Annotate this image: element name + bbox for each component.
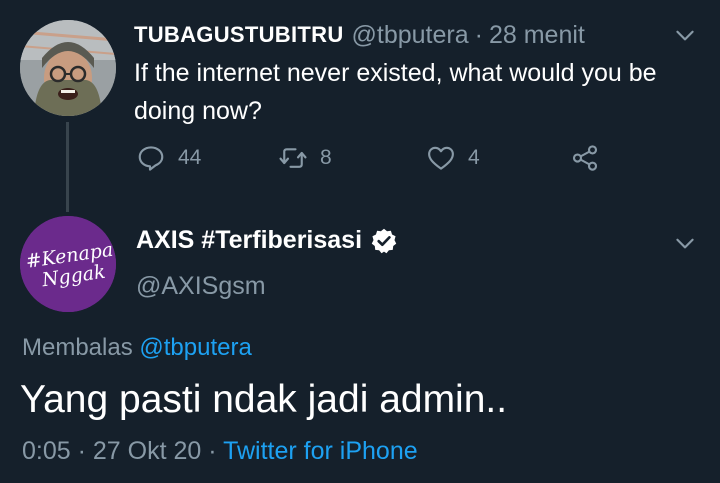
main-tweet-text: Yang pasti ndak jadi admin..: [20, 378, 508, 421]
like-button[interactable]: 4: [426, 143, 480, 173]
tweet-date: 27 Okt 20: [92, 437, 202, 465]
parent-tweet-text: If the internet never existed, what woul…: [134, 59, 657, 125]
main-handle[interactable]: @AXISgsm: [136, 272, 266, 301]
tweet-time: 0:05: [22, 437, 71, 465]
share-icon: [572, 145, 598, 171]
replying-to-label: Membalas: [22, 334, 133, 361]
main-display-name[interactable]: AXIS #Terfiberisasi: [136, 226, 362, 255]
retweet-button[interactable]: 8: [278, 143, 332, 173]
share-button[interactable]: [570, 143, 600, 173]
chevron-down-icon[interactable]: [672, 22, 698, 48]
parent-handle[interactable]: @tbputera: [352, 21, 469, 50]
retweet-count: 8: [320, 146, 332, 169]
replying-to-line: Membalas @tbputera: [22, 334, 252, 362]
tweet-client-link[interactable]: Twitter for iPhone: [223, 437, 418, 465]
reply-icon: [138, 146, 164, 171]
tweet-metadata: 0:05 · 27 Okt 20 · Twitter for iPhone: [22, 437, 418, 466]
parent-tweet-header: TUBAGUSTUBITRU @tbputera · 28 menit: [134, 20, 585, 50]
main-avatar[interactable]: #Kenapa Nggak: [20, 216, 116, 312]
verified-badge-icon: [371, 228, 397, 253]
thread-connector-line: [66, 122, 69, 212]
main-tweet-name-row: AXIS #Terfiberisasi: [136, 226, 398, 255]
like-count: 4: [468, 146, 480, 169]
reply-count: 44: [178, 146, 202, 169]
separator: ·: [77, 437, 86, 465]
separator: ·: [208, 437, 217, 465]
reply-mention-link[interactable]: @tbputera: [139, 334, 251, 361]
parent-display-name[interactable]: TUBAGUSTUBITRU: [134, 22, 344, 48]
chevron-down-icon[interactable]: [672, 230, 698, 256]
axis-logo-avatar: #Kenapa Nggak: [20, 216, 116, 312]
separator: ·: [474, 20, 483, 49]
parent-timestamp[interactable]: 28 menit: [489, 21, 585, 50]
like-icon: [428, 146, 454, 170]
profile-photo: [20, 20, 116, 116]
reply-button[interactable]: 44: [136, 143, 201, 173]
retweet-icon: [279, 148, 307, 168]
parent-avatar[interactable]: [20, 20, 116, 116]
